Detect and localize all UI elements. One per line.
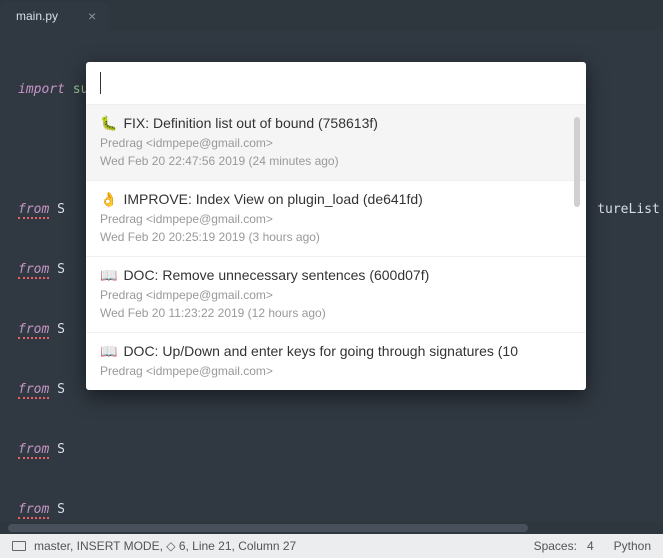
- palette-item-title: 🐛FIX: Definition list out of bound (7586…: [100, 115, 572, 132]
- palette-item-title: 📖DOC: Remove unnecessary sentences (600d…: [100, 267, 572, 284]
- status-spaces[interactable]: Spaces: 4: [534, 539, 594, 553]
- file-tab[interactable]: main.py ×: [0, 2, 108, 30]
- tail-eventlist: tureList: [597, 202, 660, 217]
- kw-from: from: [18, 202, 49, 219]
- palette-item-title: 👌IMPROVE: Index View on plugin_load (de6…: [100, 191, 572, 208]
- close-icon[interactable]: ×: [88, 8, 96, 24]
- palette-input-wrap: [86, 62, 586, 105]
- palette-item[interactable]: 🐛FIX: Definition list out of bound (7586…: [86, 105, 586, 181]
- palette-item-author: Predrag <idmpepe@gmail.com>: [100, 136, 572, 150]
- status-syntax[interactable]: Python: [614, 539, 651, 553]
- code-char: S: [57, 382, 65, 397]
- kw-from: from: [18, 442, 49, 459]
- tab-filename: main.py: [16, 9, 58, 23]
- palette-item[interactable]: 📖DOC: Up/Down and enter keys for going t…: [86, 333, 586, 390]
- palette-item-author: Predrag <idmpepe@gmail.com>: [100, 212, 572, 226]
- code-char: S: [57, 442, 65, 457]
- ok-hand-icon: 👌: [100, 191, 117, 207]
- book-icon: 📖: [100, 267, 117, 283]
- palette-input[interactable]: [100, 72, 572, 94]
- code-char: S: [57, 502, 65, 517]
- palette-item-date: Wed Feb 20 20:25:19 2019 (3 hours ago): [100, 230, 572, 244]
- bug-icon: 🐛: [100, 115, 117, 131]
- palette-item-author: Predrag <idmpepe@gmail.com>: [100, 364, 572, 378]
- palette-item[interactable]: 📖DOC: Remove unnecessary sentences (600d…: [86, 257, 586, 333]
- kw-from: from: [18, 262, 49, 279]
- palette-item-date: Wed Feb 20 22:47:56 2019 (24 minutes ago…: [100, 154, 572, 168]
- kw-from: from: [18, 322, 49, 339]
- horizontal-scrollbar-track[interactable]: [0, 522, 663, 534]
- panel-icon[interactable]: [12, 541, 26, 551]
- palette-list[interactable]: 🐛FIX: Definition list out of bound (7586…: [86, 105, 586, 390]
- command-palette: 🐛FIX: Definition list out of bound (7586…: [86, 62, 586, 390]
- palette-scrollbar[interactable]: [574, 117, 580, 207]
- kw-from: from: [18, 502, 49, 519]
- code-char: S: [57, 322, 65, 337]
- palette-item-title: 📖DOC: Up/Down and enter keys for going t…: [100, 343, 572, 360]
- palette-item-author: Predrag <idmpepe@gmail.com>: [100, 288, 572, 302]
- palette-item[interactable]: 👌IMPROVE: Index View on plugin_load (de6…: [86, 181, 586, 257]
- kw-import: import: [18, 82, 65, 97]
- kw-from: from: [18, 382, 49, 399]
- palette-item-date: Wed Feb 20 11:23:22 2019 (12 hours ago): [100, 306, 572, 320]
- status-bar: master, INSERT MODE, ◇ 6, Line 21, Colum…: [0, 534, 663, 558]
- tab-bar: main.py ×: [0, 0, 663, 30]
- book-icon: 📖: [100, 343, 117, 359]
- status-text: master, INSERT MODE, ◇ 6, Line 21, Colum…: [34, 539, 296, 553]
- horizontal-scrollbar-thumb[interactable]: [8, 524, 528, 532]
- code-char: S: [57, 262, 65, 277]
- code-char: S: [57, 202, 65, 217]
